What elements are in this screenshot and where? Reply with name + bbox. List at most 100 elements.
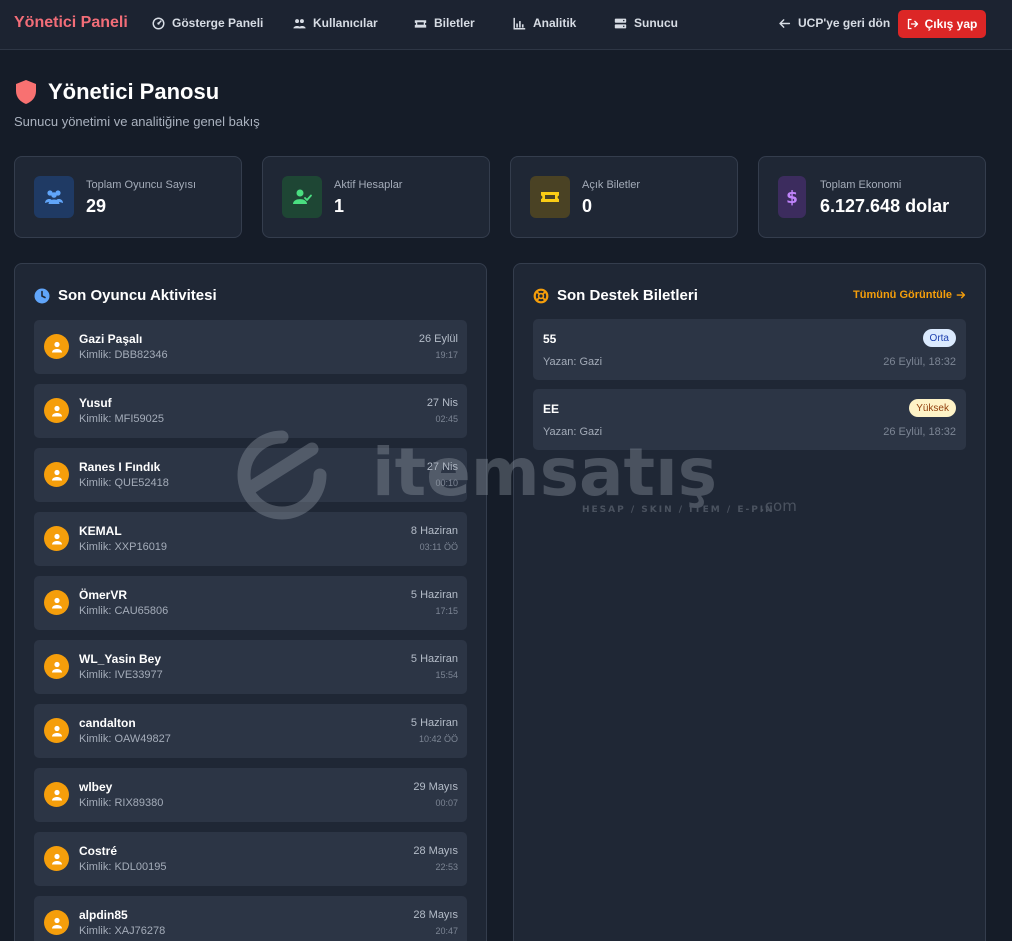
nav-analytics-label: Analitik bbox=[533, 16, 577, 30]
nav-server[interactable]: Sunucu bbox=[614, 16, 678, 30]
chart-icon bbox=[513, 17, 526, 30]
back-to-ucp-link[interactable]: UCP'ye geri dön bbox=[778, 16, 890, 30]
svg-text:$: $ bbox=[786, 188, 798, 207]
nav-users[interactable]: Kullanıcılar bbox=[293, 16, 378, 30]
activity-time: 02:45 bbox=[435, 414, 458, 424]
panel-header: Son Oyuncu Aktivitesi bbox=[34, 287, 217, 304]
player-id: Kimlik: XAJ76278 bbox=[79, 925, 166, 937]
activity-date: 27 Nis bbox=[426, 461, 458, 473]
nav-analytics[interactable]: Analitik bbox=[513, 16, 576, 30]
back-to-ucp-label: UCP'ye geri dön bbox=[798, 16, 891, 30]
stat-label: Toplam Ekonomi bbox=[820, 179, 902, 191]
player-name: wlbey bbox=[79, 780, 113, 794]
activity-date: 29 Mayıs bbox=[413, 781, 458, 793]
activity-date: 8 Haziran bbox=[410, 525, 458, 537]
activity-date: 5 Haziran bbox=[410, 717, 458, 729]
user-icon bbox=[51, 661, 62, 672]
stat-value: 6.127.648 dolar bbox=[820, 196, 950, 216]
ticket-title: 55 bbox=[543, 332, 557, 346]
ticket-author: Yazan: Gazi bbox=[543, 426, 603, 438]
ticket-row[interactable]: 55 Orta Yazan: Gazi 26 Eylül, 18:32 bbox=[533, 319, 966, 380]
user-icon bbox=[51, 789, 62, 800]
activity-time: 22:53 bbox=[435, 862, 458, 872]
player-id: Kimlik: XXP16019 bbox=[79, 541, 168, 553]
top-navbar: Yönetici Paneli Gösterge Paneli Kullanıc… bbox=[0, 0, 1012, 50]
player-name: ÖmerVR bbox=[79, 588, 128, 602]
player-id: Kimlik: MFI59025 bbox=[79, 413, 164, 425]
activity-row[interactable]: alpdin85 Kimlik: XAJ76278 28 Mayıs 20:47 bbox=[34, 896, 467, 941]
arrow-right-icon bbox=[956, 291, 966, 299]
activity-row[interactable]: Gazi Paşalı Kimlik: DBB82346 26 Eylül 19:17 bbox=[34, 320, 467, 374]
activity-time: 15:54 bbox=[435, 670, 458, 680]
logout-button[interactable]: Çıkış yap bbox=[898, 10, 986, 38]
stat-card-open-tickets: Açık Biletler 0 bbox=[510, 156, 738, 238]
stat-icon-box bbox=[282, 176, 322, 218]
avatar bbox=[44, 398, 69, 423]
panel-title: Son Destek Biletleri bbox=[557, 287, 698, 304]
user-icon bbox=[51, 533, 62, 544]
activity-time: 19:17 bbox=[435, 350, 458, 360]
stat-icon-box: $ bbox=[778, 176, 806, 218]
page-subtitle: Sunucu yönetimi ve analitiğine genel bak… bbox=[14, 114, 260, 129]
avatar bbox=[44, 718, 69, 743]
stat-icon-box bbox=[530, 176, 570, 218]
ticket-title: EE bbox=[543, 402, 560, 416]
stat-card-active-accounts: Aktif Hesaplar 1 bbox=[262, 156, 490, 238]
ticket-icon bbox=[414, 19, 427, 28]
activity-row[interactable]: ÖmerVR Kimlik: CAU65806 5 Haziran 17:15 bbox=[34, 576, 467, 630]
activity-row[interactable]: Costré Kimlik: KDL00195 28 Mayıs 22:53 bbox=[34, 832, 467, 886]
panel-header: Son Destek Biletleri bbox=[533, 287, 698, 304]
avatar bbox=[44, 334, 69, 359]
avatar bbox=[44, 590, 69, 615]
activity-row[interactable]: Ranes I Fındık Kimlik: QUE52418 27 Nis 00:1… bbox=[34, 448, 467, 502]
activity-row[interactable]: Yusuf Kimlik: MFI59025 27 Nis 02:45 bbox=[34, 384, 467, 438]
player-id: Kimlik: RIX89380 bbox=[79, 797, 164, 809]
ticket-date: 26 Eylül, 18:32 bbox=[883, 426, 956, 438]
nav-tickets[interactable]: Biletler bbox=[414, 16, 475, 30]
ticket-row[interactable]: EE Yüksek Yazan: Gazi 26 Eylül, 18:32 bbox=[533, 389, 966, 450]
activity-date: 27 Nis bbox=[426, 397, 458, 409]
stat-icon-box bbox=[34, 176, 74, 218]
stat-value: 29 bbox=[86, 196, 107, 216]
activity-time: 00:10 bbox=[435, 478, 458, 488]
player-name: Costré bbox=[79, 844, 118, 858]
nav-dashboard[interactable]: Gösterge Paneli bbox=[152, 16, 263, 30]
brand-title[interactable]: Yönetici Paneli bbox=[14, 14, 128, 32]
logout-label: Çıkış yap bbox=[924, 17, 978, 31]
player-name: KEMAL bbox=[79, 524, 122, 538]
player-id: Kimlik: KDL00195 bbox=[79, 861, 167, 873]
activity-row[interactable]: candalton Kimlik: OAW49827 5 Haziran 10:42 … bbox=[34, 704, 467, 758]
user-check-icon bbox=[293, 189, 312, 204]
activity-row[interactable]: KEMAL Kimlik: XXP16019 8 Haziran 03:11 ÖÖ bbox=[34, 512, 467, 566]
user-icon bbox=[51, 917, 62, 928]
activity-time: 00:07 bbox=[435, 798, 458, 808]
activity-time: 03:11 ÖÖ bbox=[419, 542, 458, 552]
nav-dashboard-label: Gösterge Paneli bbox=[172, 16, 264, 30]
priority-badge: Orta bbox=[922, 329, 956, 347]
stat-card-total-economy: $ Toplam Ekonomi 6.127.648 dolar bbox=[758, 156, 986, 238]
user-icon bbox=[51, 597, 62, 608]
activity-row[interactable]: WL_Yasin Bey Kimlik: IVE33977 5 Haziran 15:… bbox=[34, 640, 467, 694]
activity-time: 17:15 bbox=[435, 606, 458, 616]
panel-title: Son Oyuncu Aktivitesi bbox=[58, 287, 217, 304]
player-id: Kimlik: IVE33977 bbox=[79, 669, 163, 681]
activity-date: 26 Eylül bbox=[418, 333, 458, 345]
activity-time: 20:47 bbox=[435, 926, 458, 936]
activity-date: 28 Mayıs bbox=[413, 845, 458, 857]
player-id: Kimlik: OAW49827 bbox=[79, 733, 171, 745]
arrow-left-icon bbox=[779, 18, 791, 28]
ticket-date: 26 Eylül, 18:32 bbox=[883, 356, 956, 368]
view-all-tickets-link[interactable]: Tümünü Görüntüle bbox=[853, 289, 966, 301]
nav-tickets-label: Biletler bbox=[434, 16, 475, 30]
stat-label: Açık Biletler bbox=[582, 179, 641, 191]
users-icon bbox=[45, 190, 63, 204]
nav-server-label: Sunucu bbox=[634, 16, 678, 30]
player-name: alpdin85 bbox=[79, 908, 128, 922]
page-header: Yönetici Panosu bbox=[14, 79, 219, 105]
stat-value: 1 bbox=[334, 196, 345, 216]
ticket-icon bbox=[541, 192, 559, 202]
dollar-icon: $ bbox=[786, 188, 798, 207]
activity-row[interactable]: wlbey Kimlik: RIX89380 29 Mayıs 00:07 bbox=[34, 768, 467, 822]
users-icon bbox=[293, 18, 306, 28]
stat-card-total-players: Toplam Oyuncu Sayısı 29 bbox=[14, 156, 242, 238]
